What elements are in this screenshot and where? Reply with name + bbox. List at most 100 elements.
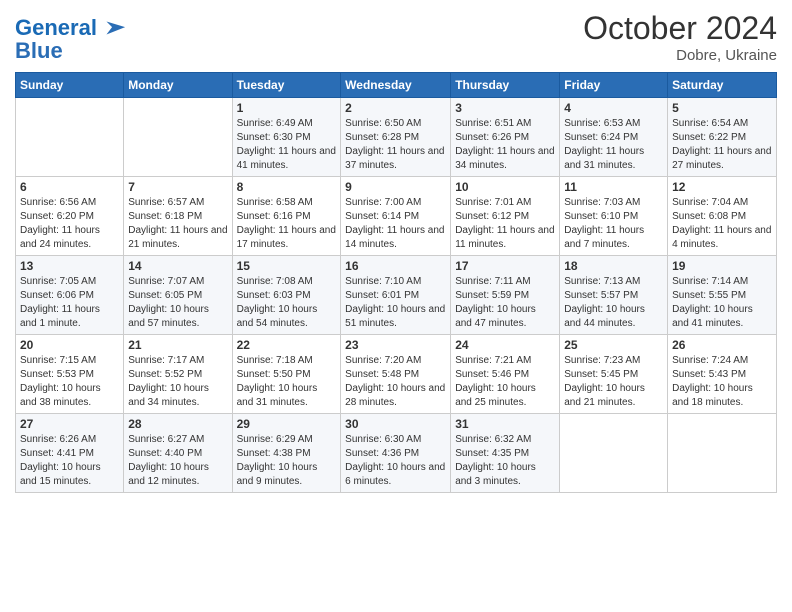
day-number: 31 (455, 417, 555, 431)
calendar-cell: 30 Sunrise: 6:30 AMSunset: 4:36 PMDayligh… (341, 414, 451, 493)
calendar-cell: 10Sunrise: 7:01 AMSunset: 6:12 PMDayligh… (451, 177, 560, 256)
calendar-cell: 14 Sunrise: 7:07 AMSunset: 6:05 PMDayligh… (124, 256, 232, 335)
day-number: 21 (128, 338, 227, 352)
day-info: Sunrise: 7:15 AMSunset: 5:53 PMDaylight:… (20, 354, 119, 410)
calendar-cell: 29 Sunrise: 6:29 AMSunset: 4:38 PMDayligh… (232, 414, 341, 493)
day-number: 6 (20, 180, 119, 194)
day-number: 19 (672, 259, 772, 273)
calendar-cell: 5 Sunrise: 6:54 AMSunset: 6:22 PMDaylight… (668, 98, 777, 177)
calendar-cell: 28 Sunrise: 6:27 AMSunset: 4:40 PMDayligh… (124, 414, 232, 493)
day-info: Sunrise: 7:01 AMSunset: 6:12 PMDaylight:… (455, 196, 555, 252)
day-info: Sunrise: 7:11 AMSunset: 5:59 PMDaylight:… (455, 275, 555, 331)
calendar-cell: 31Sunrise: 6:32 AMSunset: 4:35 PMDayligh… (451, 414, 560, 493)
day-number: 22 (237, 338, 337, 352)
day-number: 2 (345, 101, 446, 115)
page-header: General Blue October 2024 Dobre, Ukraine (15, 10, 777, 64)
day-info: Sunrise: 6:54 AMSunset: 6:22 PMDaylight:… (672, 117, 772, 173)
day-number: 24 (455, 338, 555, 352)
day-number: 12 (672, 180, 772, 194)
day-info: Sunrise: 6:51 AMSunset: 6:26 PMDaylight:… (455, 117, 555, 173)
day-number: 13 (20, 259, 119, 273)
day-number: 14 (128, 259, 227, 273)
day-number: 25 (564, 338, 663, 352)
calendar-week-2: 6 Sunrise: 6:56 AMSunset: 6:20 PMDaylight… (16, 177, 777, 256)
calendar-cell: 21 Sunrise: 7:17 AMSunset: 5:52 PMDayligh… (124, 335, 232, 414)
calendar-cell (668, 414, 777, 493)
day-number: 11 (564, 180, 663, 194)
day-number: 29 (237, 417, 337, 431)
calendar-cell: 27Sunrise: 6:26 AMSunset: 4:41 PMDayligh… (16, 414, 124, 493)
calendar-cell: 2 Sunrise: 6:50 AMSunset: 6:28 PMDaylight… (341, 98, 451, 177)
calendar-cell: 3Sunrise: 6:51 AMSunset: 6:26 PMDaylight… (451, 98, 560, 177)
header-tuesday: Tuesday (232, 73, 341, 98)
day-number: 4 (564, 101, 663, 115)
day-info: Sunrise: 6:56 AMSunset: 6:20 PMDaylight:… (20, 196, 119, 252)
day-info: Sunrise: 7:21 AMSunset: 5:46 PMDaylight:… (455, 354, 555, 410)
day-info: Sunrise: 7:00 AMSunset: 6:14 PMDaylight:… (345, 196, 446, 252)
day-info: Sunrise: 7:04 AMSunset: 6:08 PMDaylight:… (672, 196, 772, 252)
calendar-cell: 20 Sunrise: 7:15 AMSunset: 5:53 PMDayligh… (16, 335, 124, 414)
logo-text: General (15, 16, 97, 40)
calendar-cell: 25 Sunrise: 7:23 AMSunset: 5:45 PMDayligh… (560, 335, 668, 414)
calendar-cell: 22 Sunrise: 7:18 AMSunset: 5:50 PMDayligh… (232, 335, 341, 414)
day-number: 1 (237, 101, 337, 115)
day-info: Sunrise: 7:23 AMSunset: 5:45 PMDaylight:… (564, 354, 663, 410)
day-number: 28 (128, 417, 227, 431)
title-block: October 2024 Dobre, Ukraine (583, 10, 777, 64)
day-number: 15 (237, 259, 337, 273)
day-info: Sunrise: 6:27 AMSunset: 4:40 PMDaylight:… (128, 433, 227, 489)
calendar-cell: 26 Sunrise: 7:24 AMSunset: 5:43 PMDayligh… (668, 335, 777, 414)
day-info: Sunrise: 7:07 AMSunset: 6:05 PMDaylight:… (128, 275, 227, 331)
day-info: Sunrise: 7:24 AMSunset: 5:43 PMDaylight:… (672, 354, 772, 410)
day-number: 27 (20, 417, 119, 431)
calendar-week-3: 13 Sunrise: 7:05 AMSunset: 6:06 PMDayligh… (16, 256, 777, 335)
day-number: 18 (564, 259, 663, 273)
logo: General Blue (15, 14, 127, 64)
day-info: Sunrise: 6:29 AMSunset: 4:38 PMDaylight:… (237, 433, 337, 489)
calendar-cell: 6 Sunrise: 6:56 AMSunset: 6:20 PMDaylight… (16, 177, 124, 256)
day-number: 17 (455, 259, 555, 273)
day-info: Sunrise: 7:13 AMSunset: 5:57 PMDaylight:… (564, 275, 663, 331)
day-info: Sunrise: 7:05 AMSunset: 6:06 PMDaylight:… (20, 275, 119, 331)
day-info: Sunrise: 6:30 AMSunset: 4:36 PMDaylight:… (345, 433, 446, 489)
calendar-cell: 7 Sunrise: 6:57 AMSunset: 6:18 PMDaylight… (124, 177, 232, 256)
calendar-week-5: 27Sunrise: 6:26 AMSunset: 4:41 PMDayligh… (16, 414, 777, 493)
day-info: Sunrise: 7:14 AMSunset: 5:55 PMDaylight:… (672, 275, 772, 331)
day-info: Sunrise: 6:50 AMSunset: 6:28 PMDaylight:… (345, 117, 446, 173)
header-wednesday: Wednesday (341, 73, 451, 98)
header-sunday: Sunday (16, 73, 124, 98)
calendar-cell: 16Sunrise: 7:10 AMSunset: 6:01 PMDayligh… (341, 256, 451, 335)
day-info: Sunrise: 7:08 AMSunset: 6:03 PMDaylight:… (237, 275, 337, 331)
day-number: 5 (672, 101, 772, 115)
day-number: 9 (345, 180, 446, 194)
calendar-cell: 8Sunrise: 6:58 AMSunset: 6:16 PMDaylight… (232, 177, 341, 256)
day-info: Sunrise: 7:17 AMSunset: 5:52 PMDaylight:… (128, 354, 227, 410)
header-monday: Monday (124, 73, 232, 98)
calendar-cell: 15 Sunrise: 7:08 AMSunset: 6:03 PMDayligh… (232, 256, 341, 335)
calendar-cell: 23Sunrise: 7:20 AMSunset: 5:48 PMDayligh… (341, 335, 451, 414)
logo-icon (99, 14, 127, 42)
calendar-cell: 1 Sunrise: 6:49 AMSunset: 6:30 PMDaylight… (232, 98, 341, 177)
calendar-cell: 11 Sunrise: 7:03 AMSunset: 6:10 PMDayligh… (560, 177, 668, 256)
day-info: Sunrise: 6:57 AMSunset: 6:18 PMDaylight:… (128, 196, 227, 252)
calendar-cell: 19 Sunrise: 7:14 AMSunset: 5:55 PMDayligh… (668, 256, 777, 335)
calendar-cell (124, 98, 232, 177)
day-info: Sunrise: 6:58 AMSunset: 6:16 PMDaylight:… (237, 196, 337, 252)
calendar-cell (560, 414, 668, 493)
day-info: Sunrise: 7:10 AMSunset: 6:01 PMDaylight:… (345, 275, 446, 331)
calendar-cell: 24 Sunrise: 7:21 AMSunset: 5:46 PMDayligh… (451, 335, 560, 414)
day-number: 30 (345, 417, 446, 431)
header-friday: Friday (560, 73, 668, 98)
day-info: Sunrise: 6:53 AMSunset: 6:24 PMDaylight:… (564, 117, 663, 173)
month-title: October 2024 (583, 10, 777, 47)
day-info: Sunrise: 6:49 AMSunset: 6:30 PMDaylight:… (237, 117, 337, 173)
day-info: Sunrise: 7:03 AMSunset: 6:10 PMDaylight:… (564, 196, 663, 252)
calendar-cell: 13 Sunrise: 7:05 AMSunset: 6:06 PMDayligh… (16, 256, 124, 335)
day-number: 7 (128, 180, 227, 194)
calendar-week-4: 20 Sunrise: 7:15 AMSunset: 5:53 PMDayligh… (16, 335, 777, 414)
day-info: Sunrise: 7:18 AMSunset: 5:50 PMDaylight:… (237, 354, 337, 410)
day-number: 20 (20, 338, 119, 352)
header-thursday: Thursday (451, 73, 560, 98)
day-number: 26 (672, 338, 772, 352)
calendar-cell: 4 Sunrise: 6:53 AMSunset: 6:24 PMDaylight… (560, 98, 668, 177)
